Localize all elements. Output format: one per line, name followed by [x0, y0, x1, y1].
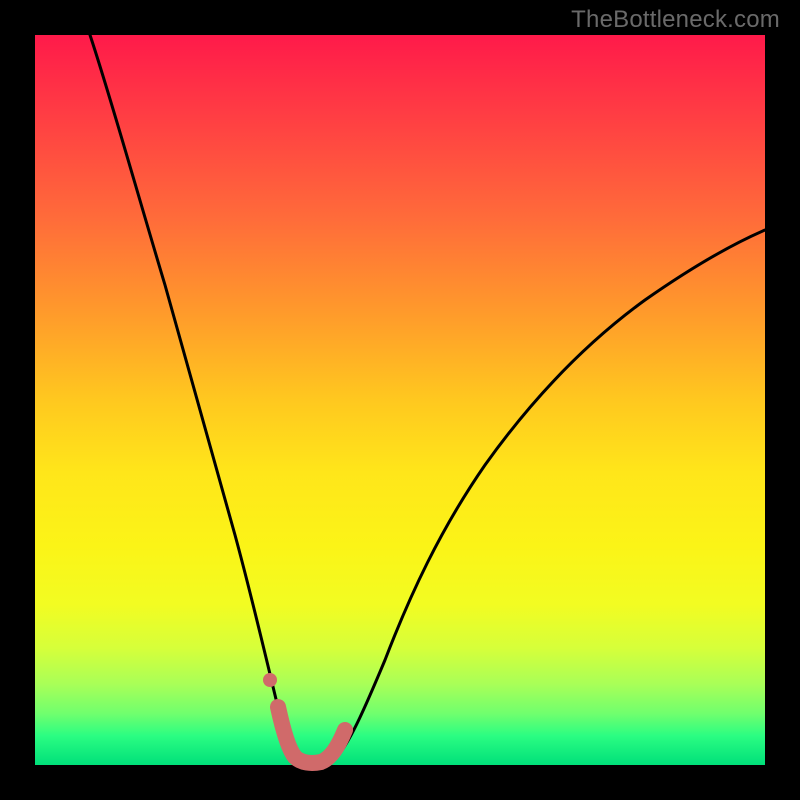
plot-area	[35, 35, 765, 765]
bottleneck-curve	[90, 35, 765, 764]
minimum-highlight	[278, 707, 345, 763]
chart-container: TheBottleneck.com	[0, 0, 800, 800]
curve-overlay	[35, 35, 765, 765]
isolated-dot	[263, 673, 277, 687]
watermark-text: TheBottleneck.com	[571, 6, 780, 34]
